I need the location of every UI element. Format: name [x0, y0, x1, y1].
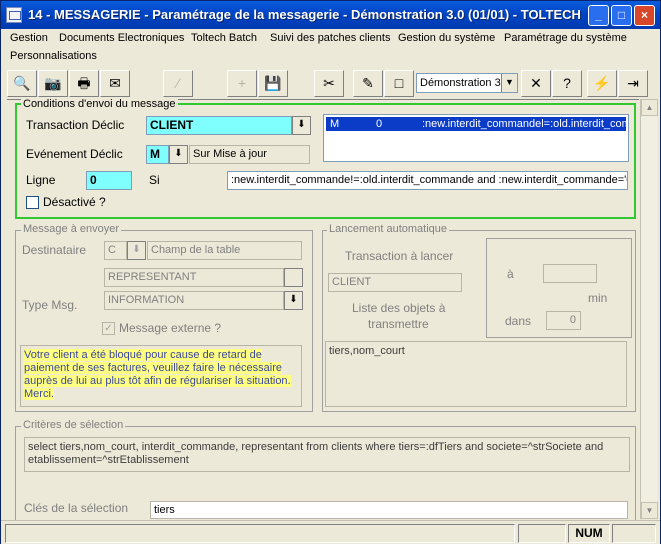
menu-parametrage-systeme[interactable]: Paramétrage du système [504, 32, 627, 44]
evenement-code-field[interactable]: M [146, 145, 169, 164]
objets-label-1: Liste des objets à [352, 301, 446, 315]
ligne-field[interactable]: 0 [86, 171, 132, 190]
toolbar: 🔍 📷 🖶 ✉ ⁄ + 💾 ✂ ✎ □ Démonstration 3 ▼ ✕ … [5, 68, 657, 98]
menu-documents-electroniques[interactable]: Documents Electroniques [59, 32, 184, 44]
dans-field[interactable]: 0 [546, 311, 581, 330]
menu-gestion[interactable]: Gestion [10, 32, 48, 44]
camera-icon[interactable]: 📷 [38, 70, 68, 97]
message-legend: Message à envoyer [21, 223, 121, 235]
desactive-label: Désactivé ? [43, 195, 106, 209]
type-msg-field[interactable]: INFORMATION [104, 291, 284, 310]
destinataire-dropdown[interactable]: ⬇ [127, 241, 146, 260]
si-label: Si [149, 173, 160, 187]
form-content: Conditions d'envoi du message Transactio… [7, 98, 639, 520]
printer-icon[interactable]: 🖶 [69, 70, 99, 97]
conditions-legend: Conditions d'envoi du message [21, 98, 178, 110]
status-cell-2 [612, 524, 656, 543]
criteres-legend: Critères de sélection [21, 419, 126, 431]
lancement-legend: Lancement automatique [327, 223, 450, 235]
menu-suivi-patches[interactable]: Suivi des patches clients [270, 32, 390, 44]
transaction-lancer-field[interactable]: CLIENT [328, 273, 462, 292]
exit-icon[interactable]: ⇥ [618, 70, 648, 97]
menu-toltech-batch[interactable]: Toltech Batch [191, 32, 257, 44]
externe-checkbox[interactable]: ✓ [102, 322, 115, 335]
maximize-button[interactable]: □ [611, 5, 632, 26]
vertical-scrollbar[interactable]: ▲ ▼ [640, 99, 658, 519]
status-message [5, 524, 515, 543]
window-title: 14 - MESSAGERIE - Paramétrage de la mess… [28, 7, 581, 22]
scroll-up-icon[interactable]: ▲ [641, 99, 658, 116]
cles-label: Clés de la sélection [24, 501, 129, 515]
tools-icon[interactable]: ✕ [521, 70, 551, 97]
cles-field[interactable]: tiers [150, 501, 628, 519]
a-field[interactable] [543, 264, 597, 283]
menu-gestion-systeme[interactable]: Gestion du système [398, 32, 495, 44]
destinataire-label: Destinataire [22, 243, 87, 257]
chevron-down-icon[interactable]: ▼ [501, 74, 517, 92]
help-icon[interactable]: ? [552, 70, 582, 97]
min-label: min [588, 291, 608, 305]
ligne-label: Ligne [26, 173, 56, 187]
transaction-dropdown[interactable]: ⬇ [292, 116, 311, 135]
destinataire-value-dropdown[interactable] [284, 268, 303, 287]
menu-personnalisations[interactable]: Personnalisations [10, 50, 97, 62]
list-item[interactable]: M 0 :new.interdit_commandel=:old.interdi… [326, 117, 628, 131]
eraser-icon[interactable]: ✎ [353, 70, 383, 97]
destinataire-value-field[interactable]: REPRESENTANT [104, 268, 284, 287]
conditions-list[interactable]: M 0 :new.interdit_commandel=:old.interdi… [323, 114, 629, 162]
database-select-value: Démonstration 3 [420, 77, 501, 89]
num-indicator: NUM [568, 524, 610, 543]
destinataire-desc: Champ de la table [147, 241, 302, 260]
search-icon[interactable]: 🔍 [7, 70, 37, 97]
evenement-label: Evénement Déclic [26, 147, 123, 161]
main-window: 14 - MESSAGERIE - Paramétrage de la mess… [0, 0, 661, 544]
menu-bar: Gestion Documents Electroniques Toltech … [1, 29, 660, 65]
mail-icon[interactable]: ✉ [100, 70, 130, 97]
title-bar: 14 - MESSAGERIE - Paramétrage de la mess… [1, 1, 660, 29]
scissors-icon[interactable]: ✂ [314, 70, 344, 97]
transaction-label: Transaction Déclic [26, 118, 125, 132]
destinataire-code-field[interactable]: C [104, 241, 127, 260]
objets-list[interactable]: tiers,nom_court [325, 341, 627, 407]
criteres-query[interactable]: select tiers,nom_court, interdit_command… [24, 437, 630, 472]
si-condition-field[interactable]: :new.interdit_commande!=:old.interdit_co… [227, 171, 628, 190]
transaction-lancer-label: Transaction à lancer [345, 249, 454, 263]
app-icon [6, 7, 22, 23]
evenement-desc: Sur Mise à jour [189, 145, 310, 164]
type-msg-dropdown[interactable]: ⬇ [284, 291, 303, 310]
edit-icon[interactable]: ⁄ [163, 70, 193, 97]
save-icon[interactable]: 💾 [258, 70, 288, 97]
scroll-down-icon[interactable]: ▼ [641, 502, 658, 519]
evenement-dropdown[interactable]: ⬇ [169, 145, 188, 164]
status-cell [518, 524, 566, 543]
transaction-field[interactable]: CLIENT [146, 116, 292, 135]
objets-label-2: transmettre [368, 317, 429, 331]
database-select[interactable]: Démonstration 3 ▼ [416, 73, 518, 93]
status-bar: NUM [1, 520, 660, 544]
message-body[interactable]: Votre client a été bloqué pour cause de … [20, 345, 302, 407]
magic-wand-icon[interactable]: ⚡ [587, 70, 617, 97]
close-button[interactable]: × [634, 5, 655, 26]
desactive-checkbox[interactable] [26, 196, 39, 209]
dans-label: dans [505, 314, 532, 328]
a-label: à [507, 267, 514, 281]
minimize-button[interactable]: _ [588, 5, 609, 26]
new-document-icon[interactable]: □ [384, 70, 414, 97]
externe-label: Message externe ? [119, 321, 222, 335]
type-msg-label: Type Msg. [22, 298, 78, 312]
add-icon[interactable]: + [227, 70, 257, 97]
